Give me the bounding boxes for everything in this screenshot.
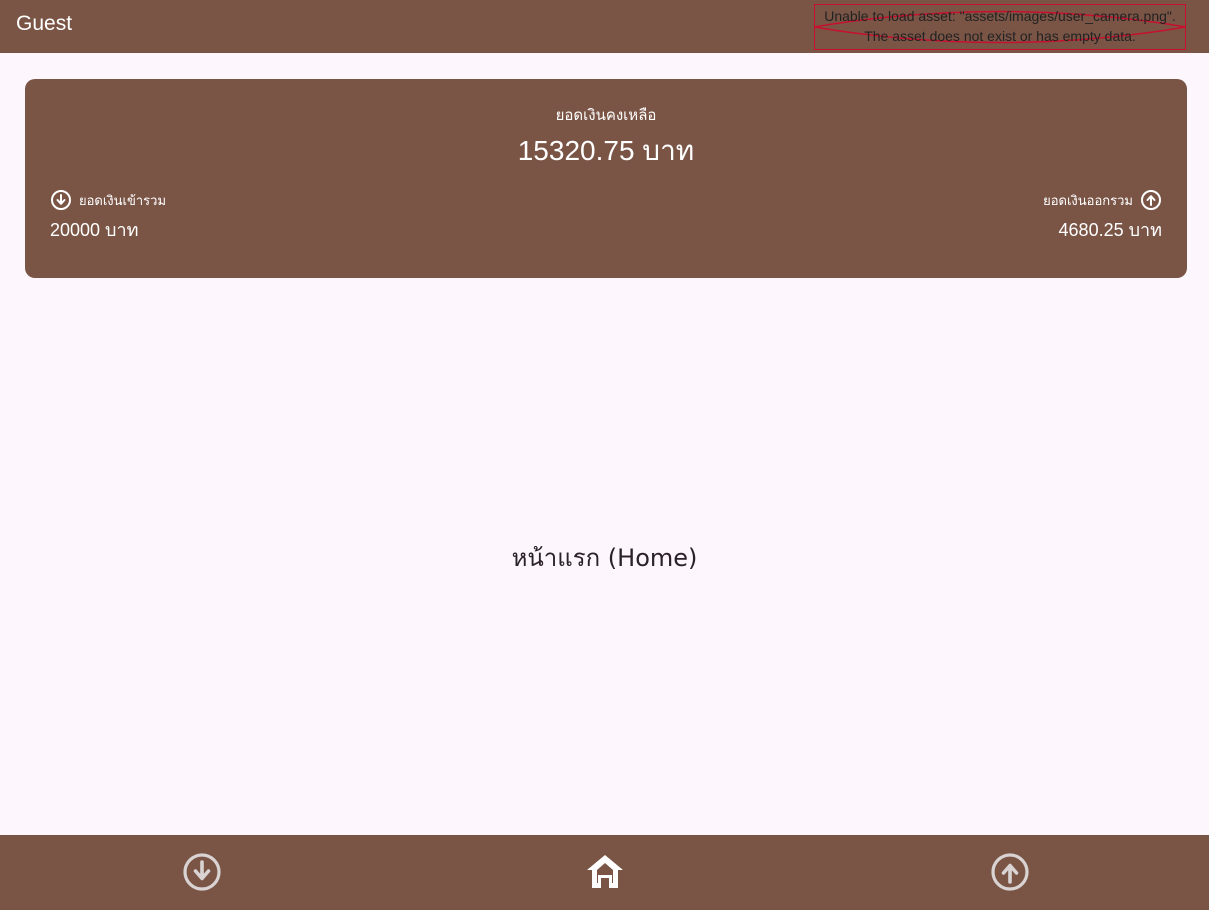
- bottom-navigation-bar: [0, 835, 1209, 910]
- asset-error-line-1: Unable to load asset: "assets/images/use…: [824, 8, 1176, 24]
- arrow-up-circle-icon: [1141, 190, 1161, 210]
- nav-income-button[interactable]: [182, 852, 222, 892]
- asset-error-text: Unable to load asset: "assets/images/use…: [814, 6, 1186, 46]
- total-expense-value: 4680.25 บาท: [1058, 220, 1162, 240]
- total-expense-header: ยอดเงินออกรวม: [1043, 189, 1162, 211]
- total-income-header: ยอดเงินเข้ารวม: [50, 189, 166, 211]
- total-income-block: ยอดเงินเข้ารวม 20000 บาท: [50, 189, 166, 244]
- home-page-text: หน้าแรก (Home): [511, 544, 698, 572]
- balance-summary-card: ยอดเงินคงเหลือ 15320.75 บาท ยอดเงินเข้าร…: [25, 79, 1187, 278]
- total-expense-label: ยอดเงินออกรวม: [1043, 193, 1133, 209]
- user-name-title: Guest: [16, 12, 73, 35]
- balance-label: ยอดเงินคงเหลือ: [555, 106, 657, 124]
- avatar-image-error: Unable to load asset: "assets/images/use…: [814, 4, 1186, 50]
- balance-value: 15320.75 บาท: [517, 135, 695, 166]
- home-icon: [587, 855, 623, 888]
- asset-error-line-2: The asset does not exist or has empty da…: [864, 28, 1136, 44]
- arrow-down-circle-icon: [183, 853, 221, 891]
- app-screen: Guest Unable to load asset: "assets/imag…: [0, 0, 1209, 910]
- arrow-up-circle-icon: [991, 853, 1029, 891]
- total-expense-block: ยอดเงินออกรวม 4680.25 บาท: [1043, 189, 1162, 244]
- nav-expense-button[interactable]: [990, 852, 1030, 892]
- arrow-down-circle-icon: [51, 190, 71, 210]
- total-income-value: 20000 บาท: [50, 220, 139, 240]
- app-bar: Guest Unable to load asset: "assets/imag…: [0, 0, 1209, 53]
- total-income-label: ยอดเงินเข้ารวม: [79, 193, 167, 209]
- nav-home-button[interactable]: [585, 852, 625, 892]
